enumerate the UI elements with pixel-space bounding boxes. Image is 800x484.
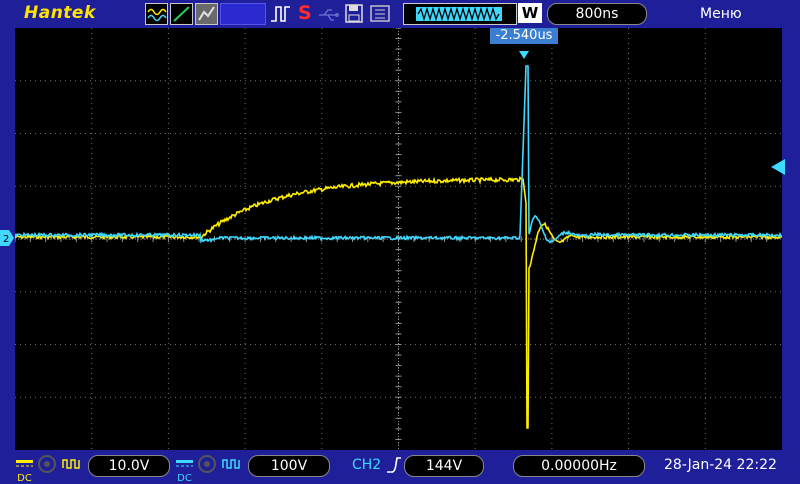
brand-logo: Hantek	[24, 3, 96, 23]
ch2-coupling-label: DC	[177, 473, 192, 484]
usb-icon	[318, 7, 340, 21]
ch2-coupling-icon[interactable]: DC	[176, 455, 193, 484]
ch1-volts-div[interactable]: 10.0V	[88, 455, 170, 477]
trigger-source[interactable]: CH2	[352, 457, 381, 473]
rising-edge-icon	[386, 456, 402, 474]
waveform-canvas	[14, 27, 783, 450]
trigger-status-box	[220, 3, 266, 25]
pulse-trigger-icon[interactable]	[270, 5, 292, 23]
save-icon[interactable]	[345, 4, 363, 23]
persistence-icon[interactable]	[195, 3, 218, 25]
window-mode-label[interactable]: W	[518, 3, 542, 23]
menu-button[interactable]: Меню	[700, 6, 742, 22]
top-status-bar	[0, 0, 800, 28]
ch1-coupling-icon[interactable]: DC	[16, 455, 33, 484]
acquire-mode-icon[interactable]	[145, 3, 168, 25]
trigger-level-value[interactable]: 144V	[404, 455, 484, 477]
ch2-bw-icon	[222, 456, 242, 472]
ch1-coupling-label: DC	[17, 473, 32, 484]
trigger-position-label: -2.540us	[490, 28, 558, 44]
datetime-display: 28-Jan-24 22:22	[664, 457, 777, 473]
run-mode-icon[interactable]	[170, 3, 193, 25]
frequency-readout: 0.00000Hz	[513, 455, 645, 477]
ch2-probe-icon	[198, 455, 216, 473]
waveform-display	[14, 27, 783, 450]
ch1-marker-icon[interactable]: 2	[0, 230, 14, 246]
trigger-level-marker-icon[interactable]	[771, 159, 785, 175]
memory-depth-icon	[369, 4, 391, 23]
ch1-probe-icon	[38, 455, 56, 473]
run-status-indicator[interactable]: S	[298, 2, 312, 24]
horizontal-position-indicator[interactable]	[403, 3, 517, 25]
ch1-bw-icon	[62, 456, 82, 472]
svg-text:2: 2	[3, 234, 9, 245]
ch2-volts-div[interactable]: 100V	[248, 455, 330, 477]
timebase-value[interactable]: 800ns	[547, 3, 647, 25]
trigger-position-marker-icon	[519, 44, 529, 59]
